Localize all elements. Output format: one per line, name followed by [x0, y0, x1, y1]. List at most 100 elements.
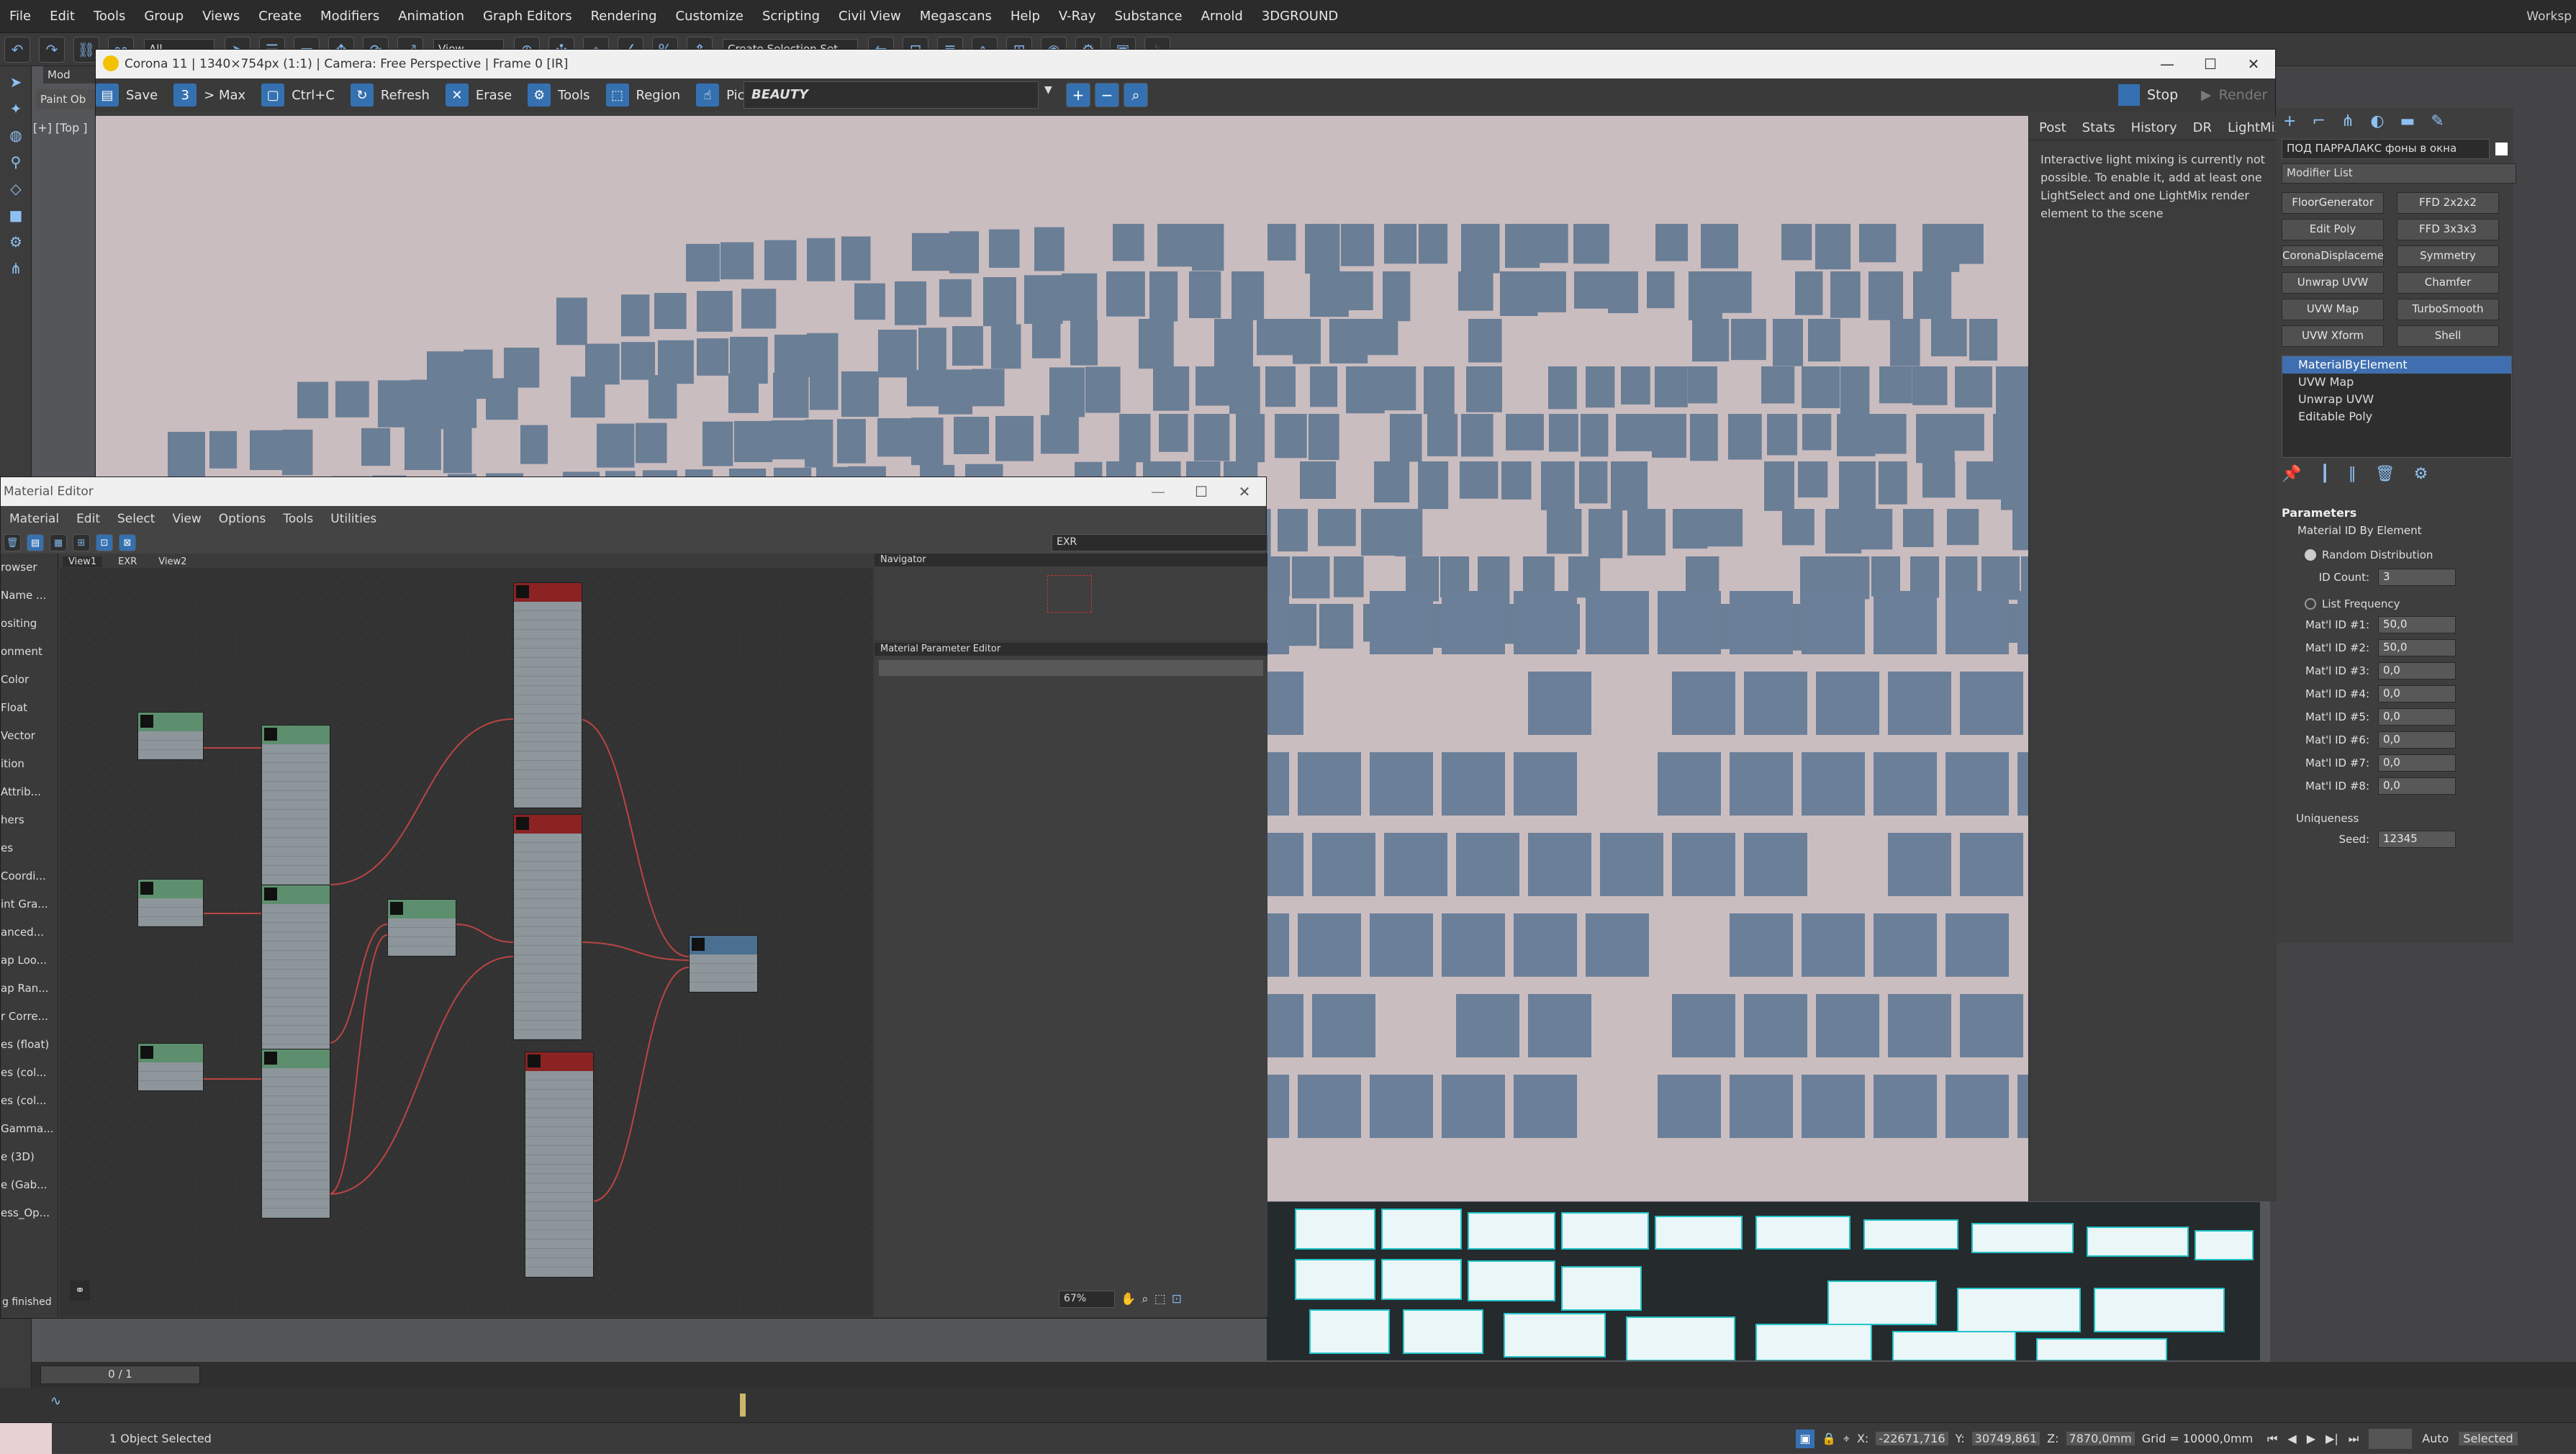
- node-slot[interactable]: [262, 942, 330, 951]
- node-slot[interactable]: [525, 1071, 593, 1080]
- node-slot[interactable]: [262, 819, 330, 828]
- node-slot[interactable]: [262, 1152, 330, 1162]
- browser-item[interactable]: ap Loo...: [1, 947, 58, 975]
- region-button[interactable]: ⬚ Region: [605, 83, 680, 107]
- mode-tab[interactable]: Mod: [43, 66, 101, 83]
- node-slot[interactable]: [514, 630, 582, 639]
- menu-group[interactable]: Group: [135, 0, 193, 33]
- zoom-out-icon[interactable]: −: [1095, 83, 1119, 107]
- maxscript-listener-mini[interactable]: [0, 1422, 52, 1454]
- menu-create[interactable]: Create: [249, 0, 311, 33]
- node-slot[interactable]: [262, 913, 330, 923]
- node-slot[interactable]: [262, 1026, 330, 1035]
- parameters-rollout-title[interactable]: Parameters: [2282, 506, 2508, 520]
- menu-material[interactable]: Material: [9, 506, 59, 532]
- menu-modifiers[interactable]: Modifiers: [311, 0, 389, 33]
- node-slot[interactable]: [262, 1016, 330, 1026]
- node-slot[interactable]: [514, 695, 582, 705]
- modifier-button-chamfer[interactable]: Chamfer: [2397, 272, 2499, 294]
- node-slot[interactable]: [514, 908, 582, 918]
- node-slot[interactable]: [525, 1268, 593, 1277]
- menu-3dground[interactable]: 3DGROUND: [1252, 0, 1347, 33]
- node-slot[interactable]: [514, 890, 582, 899]
- node-slot[interactable]: [514, 965, 582, 974]
- matid-1-field[interactable]: 50,0: [2378, 616, 2456, 633]
- matid-7-field[interactable]: 0,0: [2378, 754, 2456, 772]
- menu-arnold[interactable]: Arnold: [1192, 0, 1252, 33]
- show-map-icon[interactable]: ▦: [50, 534, 67, 551]
- layout-children-icon[interactable]: ⊠: [119, 534, 136, 551]
- node-slot[interactable]: [514, 742, 582, 751]
- node-slot[interactable]: [388, 947, 456, 956]
- maximize-icon[interactable]: ☐: [2189, 50, 2232, 78]
- node-slot[interactable]: [514, 852, 582, 862]
- browser-item[interactable]: es (col...: [1, 1059, 58, 1087]
- menu-edit[interactable]: Edit: [40, 0, 84, 33]
- node-slot[interactable]: [525, 1193, 593, 1202]
- modifier-button-symmetry[interactable]: Symmetry: [2397, 245, 2499, 267]
- matid-2-field[interactable]: 50,0: [2378, 639, 2456, 656]
- node-slot[interactable]: [525, 1080, 593, 1090]
- node-slot[interactable]: [525, 1155, 593, 1165]
- curve-icon[interactable]: ∿: [50, 1394, 61, 1409]
- show-end-result-icon[interactable]: ┃: [2320, 465, 2329, 483]
- node-slot[interactable]: [514, 686, 582, 695]
- node-slot[interactable]: [525, 1118, 593, 1127]
- browser-item[interactable]: e (3D): [1, 1143, 58, 1171]
- node-slot[interactable]: [262, 960, 330, 970]
- menu-animation[interactable]: Animation: [389, 0, 474, 33]
- node-slot[interactable]: [262, 1190, 330, 1199]
- menu-vray[interactable]: V-Ray: [1049, 0, 1106, 33]
- modifier-button-floorgenerator[interactable]: FloorGenerator: [2282, 192, 2384, 214]
- node-slot[interactable]: [262, 1124, 330, 1134]
- node-slot[interactable]: [514, 649, 582, 658]
- node-slot[interactable]: [262, 1180, 330, 1190]
- menu-file[interactable]: File: [0, 0, 40, 33]
- maximize-icon[interactable]: ☐: [1180, 477, 1223, 506]
- minimize-icon[interactable]: —: [1136, 477, 1180, 506]
- node-slot[interactable]: [262, 800, 330, 810]
- stack-item-materialbyelement[interactable]: MaterialByElement: [2282, 356, 2511, 374]
- node-slot[interactable]: [262, 1209, 330, 1218]
- close-icon[interactable]: ✕: [1223, 477, 1266, 506]
- node-slot[interactable]: [514, 927, 582, 936]
- tab-history[interactable]: History: [2131, 120, 2177, 135]
- frame-counter[interactable]: 0 / 1: [40, 1365, 200, 1384]
- y-coordinate[interactable]: 30749,861: [1971, 1432, 2041, 1445]
- shapes-icon[interactable]: ◇: [5, 178, 27, 199]
- next-frame-icon[interactable]: ▶|: [2326, 1432, 2338, 1445]
- time-slider[interactable]: 0 / 1: [32, 1362, 2576, 1388]
- pan-icon[interactable]: ✋: [1121, 1292, 1136, 1306]
- tools-button[interactable]: ⚙ Tools: [528, 83, 590, 107]
- menu-utilities[interactable]: Utilities: [330, 506, 376, 532]
- goto-end-icon[interactable]: ⏭: [2349, 1432, 2359, 1446]
- node-slot[interactable]: [514, 733, 582, 742]
- node-slot[interactable]: [525, 1108, 593, 1118]
- browser-item[interactable]: ap Ran...: [1, 975, 58, 1003]
- tab-view1[interactable]: View1: [63, 556, 103, 567]
- browser-item[interactable]: onment: [1, 638, 58, 666]
- node-slot[interactable]: [514, 761, 582, 770]
- modifier-button-ffd3[interactable]: FFD 3x3x3: [2397, 219, 2499, 240]
- stack-item-editable-poly[interactable]: Editable Poly: [2282, 408, 2511, 425]
- motion-tab-icon[interactable]: ◐: [2370, 112, 2384, 130]
- material-node[interactable]: [513, 814, 582, 1040]
- node-slot[interactable]: [514, 880, 582, 890]
- menu-civil-view[interactable]: Civil View: [829, 0, 910, 33]
- node-slot[interactable]: [525, 1221, 593, 1230]
- menu-help[interactable]: Help: [1001, 0, 1049, 33]
- node-slot[interactable]: [262, 857, 330, 866]
- browser-item[interactable]: ess_Op...: [1, 1199, 58, 1227]
- node-slot[interactable]: [138, 908, 203, 917]
- node-slot[interactable]: [262, 970, 330, 979]
- assign-material-icon[interactable]: ▤: [27, 534, 44, 551]
- node-slot[interactable]: [514, 667, 582, 677]
- helper-icon[interactable]: ⚲: [5, 151, 27, 173]
- select-icon[interactable]: ➤: [5, 71, 27, 93]
- node-slot[interactable]: [525, 1230, 593, 1239]
- node-slot[interactable]: [262, 1143, 330, 1152]
- node-slot[interactable]: [525, 1174, 593, 1183]
- browser-item[interactable]: es (float): [1, 1031, 58, 1059]
- node-slot[interactable]: [514, 974, 582, 983]
- node-slot[interactable]: [138, 1062, 203, 1072]
